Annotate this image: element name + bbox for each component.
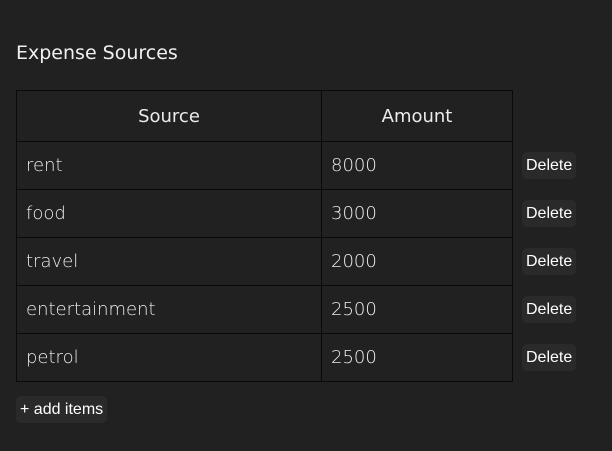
table-row: entertainment 2500 Delete bbox=[16, 285, 577, 334]
table-row: travel 2000 Delete bbox=[16, 237, 577, 286]
source-cell: rent bbox=[16, 141, 322, 190]
table-row: food 3000 Delete bbox=[16, 189, 577, 238]
section-title: Expense Sources bbox=[16, 42, 178, 64]
delete-button[interactable]: Delete bbox=[522, 344, 577, 371]
source-cell: entertainment bbox=[16, 285, 322, 334]
source-cell: travel bbox=[16, 237, 322, 286]
table-row: petrol 2500 Delete bbox=[16, 333, 577, 382]
action-cell: Delete bbox=[513, 190, 577, 238]
expense-table: Source Amount rent 8000 Delete food 3000… bbox=[16, 90, 577, 382]
delete-button[interactable]: Delete bbox=[522, 200, 577, 227]
action-cell: Delete bbox=[513, 286, 577, 334]
delete-button[interactable]: Delete bbox=[522, 152, 577, 179]
source-cell: food bbox=[16, 189, 322, 238]
delete-button[interactable]: Delete bbox=[522, 248, 577, 275]
table-header-row: Source Amount bbox=[16, 90, 577, 142]
amount-cell: 2000 bbox=[321, 237, 513, 286]
column-header-amount: Amount bbox=[321, 90, 513, 142]
amount-cell: 2500 bbox=[321, 333, 513, 382]
amount-cell: 8000 bbox=[321, 141, 513, 190]
table-row: rent 8000 Delete bbox=[16, 141, 577, 190]
action-cell: Delete bbox=[513, 238, 577, 286]
action-cell: Delete bbox=[513, 142, 577, 190]
amount-cell: 3000 bbox=[321, 189, 513, 238]
add-items-button[interactable]: + add items bbox=[16, 396, 108, 423]
source-cell: petrol bbox=[16, 333, 322, 382]
delete-button[interactable]: Delete bbox=[522, 296, 577, 323]
amount-cell: 2500 bbox=[321, 285, 513, 334]
column-header-source: Source bbox=[16, 90, 322, 142]
action-cell: Delete bbox=[513, 334, 577, 382]
